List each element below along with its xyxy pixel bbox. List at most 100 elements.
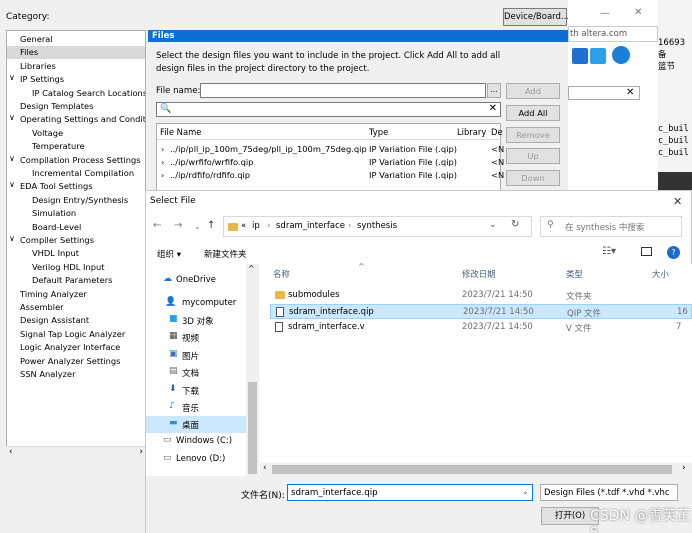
column-size[interactable]: 大小 xyxy=(652,268,669,280)
tree-item[interactable]: Compiler Settings xyxy=(20,234,94,247)
table-row-name[interactable]: ../ip/pll_ip_100m_75deg/pll_ip_100m_75de… xyxy=(170,144,367,154)
tree-item[interactable]: Compilation Process Settings xyxy=(20,154,141,167)
table-row-name[interactable]: ../ip/rdfifo/rdfifo.qip xyxy=(170,170,250,180)
recent-dropdown-icon[interactable]: ⌄ xyxy=(194,222,201,231)
tree-item[interactable]: IP Settings xyxy=(20,73,64,86)
scroll-thumb[interactable] xyxy=(272,465,672,474)
nav-item[interactable]: Lenovo (D:) xyxy=(176,454,225,464)
nav-item[interactable]: 下载 xyxy=(182,385,199,397)
column-name[interactable]: 名称 xyxy=(273,268,290,280)
tree-item[interactable]: Libraries xyxy=(20,60,56,73)
tree-item[interactable]: Board-Level xyxy=(32,221,81,234)
chevron-down-icon[interactable]: ⌄ xyxy=(522,487,529,496)
nav-item[interactable]: 视频 xyxy=(182,332,199,344)
file-row[interactable]: submodules 2023/7/21 14:50 文件夹 xyxy=(270,288,692,303)
tree-item[interactable]: Voltage xyxy=(32,127,63,140)
scroll-up-icon[interactable]: ^ xyxy=(248,264,255,273)
tree-item[interactable]: EDA Tool Settings xyxy=(20,180,93,193)
file-list-horizontal-scrollbar[interactable]: ‹ › xyxy=(260,463,692,476)
tree-item[interactable]: Signal Tap Logic Analyzer xyxy=(20,328,125,341)
tree-item[interactable]: IP Catalog Search Locations xyxy=(32,87,145,100)
file-row[interactable]: sdram_interface.qip 2023/7/21 14:50 QIP 文件… xyxy=(270,304,692,319)
clear-icon[interactable]: ✕ xyxy=(626,87,634,98)
breadcrumb-back[interactable]: « xyxy=(241,221,246,231)
minimize-icon[interactable]: — xyxy=(600,8,610,19)
add-button[interactable]: Add xyxy=(506,83,560,99)
expand-caret-icon[interactable]: ∨ xyxy=(9,113,15,122)
tree-item[interactable]: Design Templates xyxy=(20,100,93,113)
row-expand-icon[interactable]: › xyxy=(161,170,164,180)
row-expand-icon[interactable]: › xyxy=(161,144,164,154)
refresh-icon[interactable]: ↻ xyxy=(511,219,519,230)
new-folder-button[interactable]: 新建文件夹 xyxy=(204,248,247,260)
browse-button[interactable]: ... xyxy=(487,83,501,98)
up-icon[interactable]: ↑ xyxy=(207,220,215,231)
close-icon[interactable]: ✕ xyxy=(634,7,642,18)
nav-item[interactable]: 3D 对象 xyxy=(182,315,214,327)
row-expand-icon[interactable]: › xyxy=(161,157,164,167)
files-search-input[interactable]: 🔍 ✕ xyxy=(156,102,501,117)
tree-item[interactable]: Files xyxy=(20,46,38,59)
file-name-input[interactable] xyxy=(200,83,486,98)
forward-icon[interactable]: → xyxy=(174,220,182,231)
nav-item[interactable]: 文档 xyxy=(182,367,199,379)
remove-button[interactable]: Remove xyxy=(506,127,560,143)
nav-item[interactable]: mycomputer xyxy=(182,298,236,308)
category-tree[interactable]: General Files Libraries ∨ IP Settings IP Cata… xyxy=(6,30,146,458)
tree-item[interactable]: Simulation xyxy=(32,207,76,220)
down-button[interactable]: Down xyxy=(506,170,560,186)
tree-item[interactable]: Incremental Compilation xyxy=(32,167,134,180)
tree-item[interactable]: Default Parameters xyxy=(32,274,112,287)
add-all-button[interactable]: Add All xyxy=(506,105,560,121)
column-design-entry[interactable]: De xyxy=(491,127,503,137)
scroll-right-icon[interactable]: › xyxy=(682,463,686,473)
file-type-select[interactable]: Design Files (*.tdf *.vhd *.vhc xyxy=(540,484,678,501)
nav-item[interactable]: OneDrive xyxy=(176,275,216,285)
tree-horizontal-scrollbar[interactable]: ‹ › xyxy=(6,446,146,459)
app-icon[interactable] xyxy=(590,48,606,64)
address-bar[interactable]: « ip › sdram_interface › synthesis ⌄ ↻ xyxy=(223,216,532,237)
column-date[interactable]: 修改日期 xyxy=(462,268,496,280)
nav-item[interactable]: 图片 xyxy=(182,350,199,362)
tree-item[interactable]: Logic Analyzer Interface xyxy=(20,341,120,354)
breadcrumb-synthesis[interactable]: synthesis xyxy=(357,221,397,231)
project-files-table[interactable]: File Name Type Library De › ../ip/pll_ip… xyxy=(156,123,504,191)
tree-item[interactable]: Power Analyzer Settings xyxy=(20,355,121,368)
file-name-combobox[interactable]: sdram_interface.qip ⌄ xyxy=(287,484,533,501)
scroll-left-icon[interactable]: ‹ xyxy=(263,463,267,473)
expand-caret-icon[interactable]: ∨ xyxy=(9,154,15,163)
tree-item[interactable]: VHDL Input xyxy=(32,247,79,260)
column-library[interactable]: Library xyxy=(457,127,486,137)
help-icon[interactable]: ? xyxy=(667,246,680,259)
address-dropdown-icon[interactable]: ⌄ xyxy=(489,220,497,230)
organize-menu[interactable]: 组织 ▾ xyxy=(157,248,181,260)
expand-caret-icon[interactable]: ∨ xyxy=(9,180,15,189)
chat-icon[interactable] xyxy=(612,46,630,64)
table-row-name[interactable]: ../ip/wrfifo/wrfifo.qip xyxy=(170,157,253,167)
nav-item[interactable]: 音乐 xyxy=(182,402,199,414)
preview-pane-icon[interactable] xyxy=(641,247,652,256)
nav-vertical-scrollbar[interactable]: ^ xyxy=(246,264,259,476)
breadcrumb-ip[interactable]: ip xyxy=(252,221,260,231)
tree-item[interactable]: SSN Analyzer xyxy=(20,368,75,381)
clear-search-icon[interactable]: ✕ xyxy=(489,103,497,114)
scroll-right-icon[interactable]: › xyxy=(139,447,143,457)
tree-item[interactable]: General xyxy=(20,33,53,46)
column-type[interactable]: Type xyxy=(369,127,388,137)
view-options-icon[interactable]: ☷▾ xyxy=(602,246,616,257)
up-button[interactable]: Up xyxy=(506,148,560,164)
tree-item[interactable]: Verilog HDL Input xyxy=(32,261,105,274)
tree-item[interactable]: Temperature xyxy=(32,140,85,153)
scroll-thumb[interactable] xyxy=(248,382,257,474)
app-icon[interactable] xyxy=(572,48,588,64)
expand-caret-icon[interactable]: ∨ xyxy=(9,73,15,82)
file-row[interactable]: sdram_interface.v 2023/7/21 14:50 V 文件 7 xyxy=(270,320,692,335)
column-type[interactable]: 类型 xyxy=(566,268,583,280)
tree-item[interactable]: Operating Settings and Conditi xyxy=(20,113,145,126)
breadcrumb-sdram-interface[interactable]: sdram_interface xyxy=(276,221,345,231)
tree-item[interactable]: Design Entry/Synthesis xyxy=(32,194,128,207)
scroll-left-icon[interactable]: ‹ xyxy=(9,447,13,457)
nav-item[interactable]: 桌面 xyxy=(182,419,199,431)
nav-item[interactable]: Windows (C:) xyxy=(176,436,232,446)
device-board-button[interactable]: Device/Board... xyxy=(503,8,569,26)
